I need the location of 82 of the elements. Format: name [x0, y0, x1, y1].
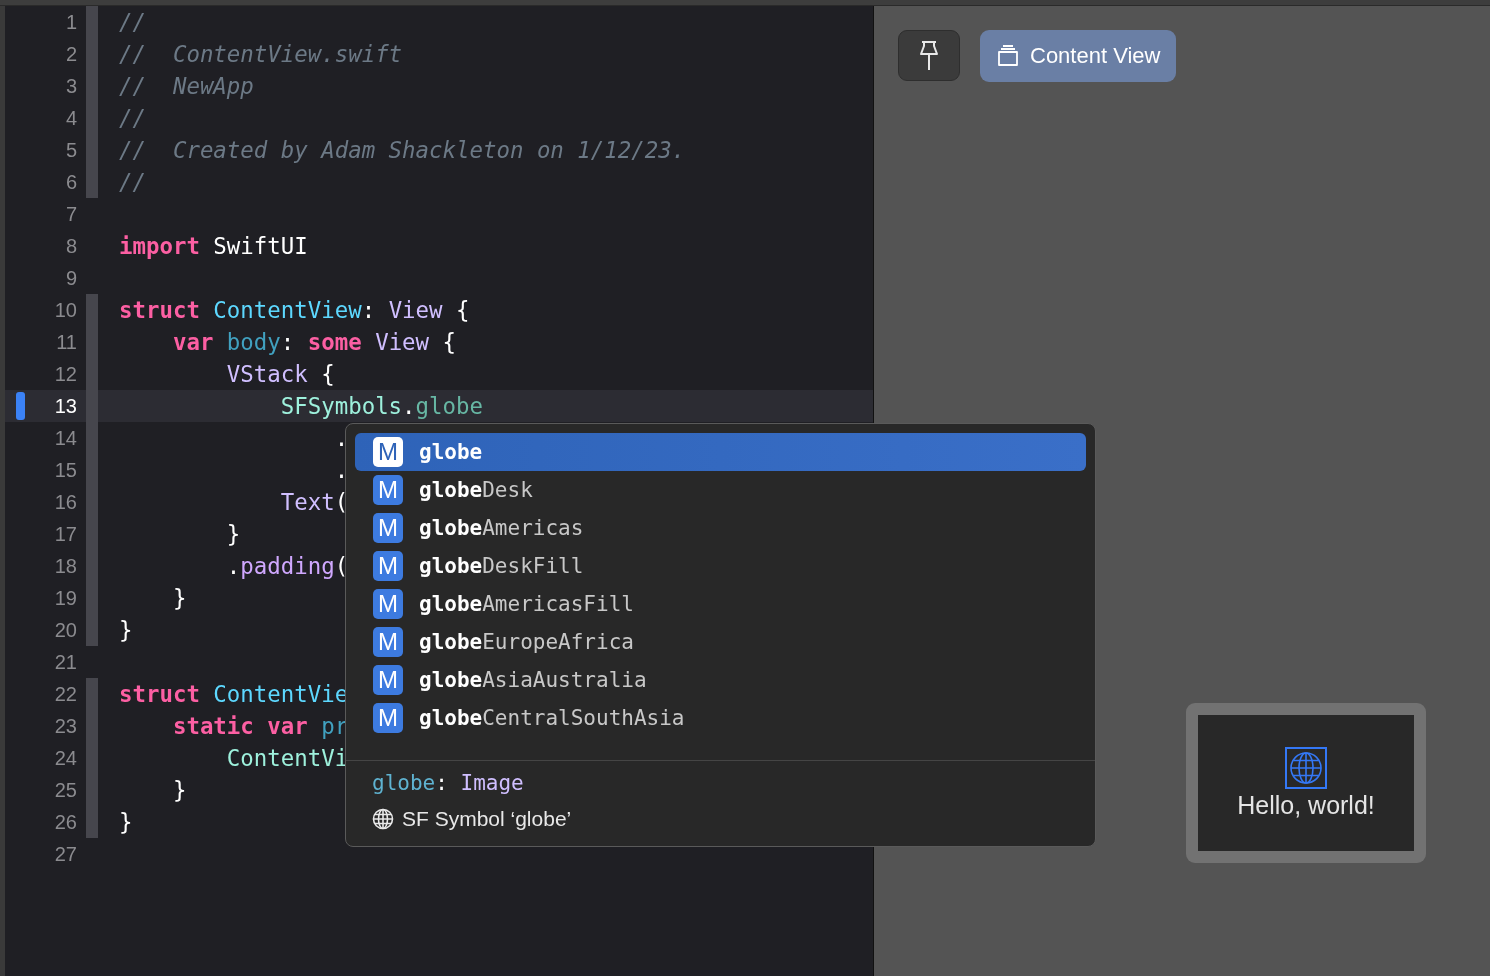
code-line: }	[171, 585, 187, 611]
code-line: //	[119, 9, 146, 35]
code-line: // NewApp	[119, 73, 254, 99]
code-line: //	[119, 105, 146, 131]
method-badge-icon: M	[373, 627, 403, 657]
line-number: 21	[53, 650, 77, 674]
line-number: 5	[64, 138, 77, 162]
fold-ribbon[interactable]	[86, 294, 98, 326]
globe-icon	[372, 808, 394, 830]
completion-item[interactable]: M globeAmericas	[355, 509, 1086, 547]
completion-item[interactable]: M globeDesk	[355, 471, 1086, 509]
line-number: 19	[53, 586, 77, 610]
code-line: var body: some View {	[171, 329, 457, 355]
code-line: // Created by Adam Shackleton on 1/12/23.	[119, 137, 686, 163]
code-line: import SwiftUI	[119, 233, 308, 259]
code-line: .	[333, 457, 349, 483]
code-line: }	[225, 521, 241, 547]
line-number: 25	[53, 778, 77, 802]
code-line: SFSymbols.globe	[279, 393, 483, 419]
method-badge-icon: M	[373, 513, 403, 543]
globe-icon	[1289, 750, 1323, 785]
code-line: .padding(	[225, 553, 349, 579]
preview-text: Hello, world!	[1237, 790, 1375, 820]
line-number: 15	[53, 458, 77, 482]
line-number: 2	[64, 42, 77, 66]
stack-icon	[996, 44, 1020, 68]
fold-ribbon[interactable]	[86, 166, 98, 198]
line-number: 3	[64, 74, 77, 98]
line-number: 6	[64, 170, 77, 194]
line-number: 7	[64, 202, 77, 226]
completion-item[interactable]: M globeAsiaAustralia	[355, 661, 1086, 699]
completion-signature: globe: Image	[372, 771, 524, 795]
line-number: 17	[53, 522, 77, 546]
line-number: 12	[53, 362, 77, 386]
completion-item[interactable]: M globeAmericasFill	[355, 585, 1086, 623]
line-number: 14	[53, 426, 77, 450]
line-number: 11	[55, 330, 77, 354]
pin-button[interactable]	[898, 30, 960, 81]
line-number: 26	[53, 810, 77, 834]
code-line: static var pr	[171, 713, 349, 739]
content-view-button[interactable]: Content View	[980, 30, 1177, 82]
symbol-description: SF Symbol ‘globe’	[402, 807, 572, 831]
completion-item[interactable]: M globeDeskFill	[355, 547, 1086, 585]
code-line: struct ContentVie	[119, 681, 349, 707]
line-number: 23	[53, 714, 77, 738]
code-line: ContentVi	[225, 745, 349, 771]
completion-item[interactable]: M globeCentralSouthAsia	[355, 699, 1086, 737]
line-number: 27	[53, 842, 77, 866]
line-number: 4	[64, 106, 77, 130]
code-line: struct ContentView: View {	[119, 297, 470, 323]
fold-ribbon[interactable]	[86, 614, 98, 646]
method-badge-icon: M	[373, 665, 403, 695]
line-number: 13	[53, 394, 77, 418]
code-line: Text(	[279, 489, 349, 515]
code-line: }	[171, 777, 187, 803]
code-line: VStack {	[225, 361, 335, 387]
method-badge-icon: M	[373, 551, 403, 581]
line-number: 18	[53, 554, 77, 578]
line-number: 22	[53, 682, 77, 706]
line-number: 9	[64, 266, 77, 290]
fold-ribbon[interactable]	[86, 678, 98, 710]
line-number: 1	[64, 10, 77, 34]
line-number: 16	[53, 490, 77, 514]
pin-icon	[918, 39, 940, 72]
method-badge-icon: M	[373, 437, 403, 467]
completion-item[interactable]: M globeEuropeAfrica	[355, 623, 1086, 661]
line-number: 24	[53, 746, 77, 770]
code-line: }	[119, 617, 133, 643]
line-number: 20	[53, 618, 77, 642]
method-badge-icon: M	[373, 703, 403, 733]
fold-ribbon[interactable]	[86, 6, 98, 38]
code-line: // ContentView.swift	[119, 41, 403, 67]
code-line: }	[119, 809, 133, 835]
code-line: .	[333, 425, 349, 451]
method-badge-icon: M	[373, 589, 403, 619]
selection-frame[interactable]	[1285, 746, 1327, 789]
code-line: //	[119, 169, 146, 195]
completion-item[interactable]: M globe	[355, 433, 1086, 471]
fold-ribbon[interactable]	[86, 806, 98, 838]
line-number: 8	[64, 234, 77, 258]
line-number: 10	[53, 298, 77, 322]
method-badge-icon: M	[373, 475, 403, 505]
